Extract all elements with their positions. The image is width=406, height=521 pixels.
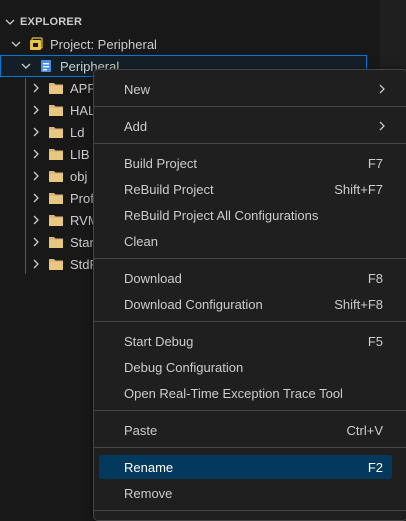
chevron-down-icon <box>0 16 20 28</box>
menu-item-download[interactable]: Download F8 <box>99 266 392 290</box>
shortcut-label: F8 <box>367 270 383 286</box>
menu-item-rebuild-all[interactable]: ReBuild Project All Configurations <box>99 203 392 227</box>
folder-label: Ld <box>70 124 85 140</box>
folder-icon <box>48 256 64 272</box>
folder-icon <box>48 124 64 140</box>
folder-icon <box>48 190 64 206</box>
chevron-right-icon <box>28 124 44 140</box>
menu-item-remove[interactable]: Remove <box>99 481 392 505</box>
menu-item-download-configuration[interactable]: Download Configuration Shift+F8 <box>99 292 392 316</box>
menu-separator <box>94 510 406 511</box>
context-menu: New Add Build Project F7 ReBuild Project… <box>93 69 406 521</box>
menu-item-rename[interactable]: Rename F2 <box>99 455 392 479</box>
menu-separator <box>94 258 406 259</box>
chevron-right-icon <box>28 212 44 228</box>
chevron-right-icon <box>28 146 44 162</box>
chevron-right-icon <box>28 234 44 250</box>
menu-item-debug-configuration[interactable]: Debug Configuration <box>99 355 392 379</box>
folder-icon <box>48 212 64 228</box>
folder-label: HAL <box>70 102 96 118</box>
chevron-right-icon <box>28 256 44 272</box>
folder-icon <box>48 102 64 118</box>
folder-label: Star <box>70 234 94 250</box>
shortcut-label: F7 <box>367 155 383 171</box>
shortcut-label: Ctrl+V <box>346 422 383 438</box>
menu-item-exception-trace[interactable]: Open Real-Time Exception Trace Tool <box>99 381 392 405</box>
project-icon <box>28 36 44 52</box>
menu-item-add[interactable]: Add <box>99 114 392 138</box>
tree-item-project[interactable]: Project: Peripheral <box>0 33 388 55</box>
shortcut-label: F2 <box>367 459 383 475</box>
folder-label: obj <box>70 168 88 184</box>
menu-separator <box>94 143 406 144</box>
menu-separator <box>94 106 406 107</box>
chevron-right-icon <box>28 168 44 184</box>
folder-icon <box>48 80 64 96</box>
menu-item-clean[interactable]: Clean <box>99 229 392 253</box>
folder-label: Prof <box>70 190 94 206</box>
chevron-down-icon <box>8 36 24 52</box>
chevron-right-icon <box>376 83 392 95</box>
shortcut-label: Shift+F8 <box>334 296 383 312</box>
menu-item-start-debug[interactable]: Start Debug F5 <box>99 329 392 353</box>
shortcut-label: F5 <box>367 333 383 349</box>
target-icon <box>38 58 54 74</box>
explorer-section-header[interactable]: EXPLORER <box>0 12 380 32</box>
folder-icon <box>48 234 64 250</box>
section-title: EXPLORER <box>20 16 83 28</box>
folder-icon <box>48 146 64 162</box>
chevron-right-icon <box>376 120 392 132</box>
menu-item-new[interactable]: New <box>99 77 392 101</box>
menu-item-rebuild-project[interactable]: ReBuild Project Shift+F7 <box>99 177 392 201</box>
menu-item-paste[interactable]: Paste Ctrl+V <box>99 418 392 442</box>
folder-icon <box>48 168 64 184</box>
chevron-right-icon <box>28 80 44 96</box>
chevron-right-icon <box>28 190 44 206</box>
shortcut-label: Shift+F7 <box>334 181 383 197</box>
project-label: Project: Peripheral <box>50 36 157 52</box>
chevron-right-icon <box>28 102 44 118</box>
menu-separator <box>94 447 406 448</box>
folder-label: LIB <box>70 146 90 162</box>
menu-item-build-project[interactable]: Build Project F7 <box>99 151 392 175</box>
menu-separator <box>94 321 406 322</box>
chevron-down-icon <box>18 58 34 74</box>
menu-separator <box>94 410 406 411</box>
